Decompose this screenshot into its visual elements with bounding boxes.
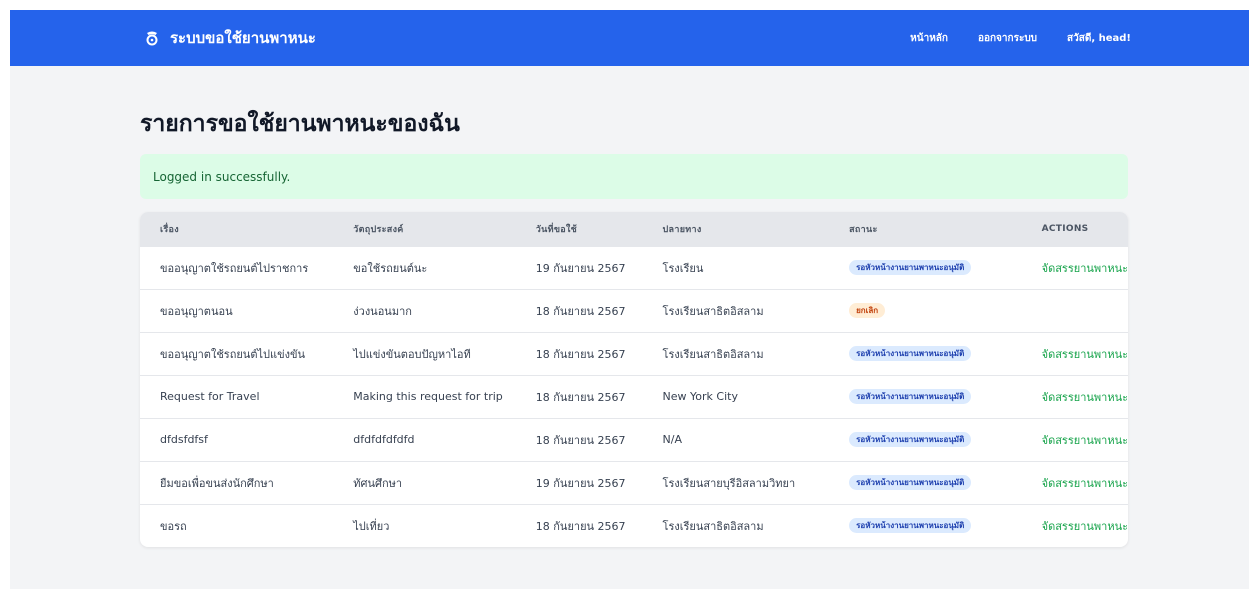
cell-status: รอหัวหน้างานยานพาหนะอนุมัติ: [829, 375, 1022, 418]
cell-subject: Request for Travel: [160, 390, 260, 403]
cell-purpose: ง่วงนอนมาก: [353, 304, 412, 318]
cell-destination: โรงเรียนสายบุรีอิสลามวิทยา: [662, 476, 796, 490]
cell-subject: ขออนุญาตนอน: [160, 304, 233, 318]
brand[interactable]: ระบบขอใช้ยานพาหนะ: [144, 26, 316, 50]
cell-actions: จัดสรรยานพาหนะ: [1022, 375, 1128, 418]
cell-subject: dfdsfdfsf: [160, 433, 208, 446]
status-badge: รอหัวหน้างานยานพาหนะอนุมัติ: [849, 518, 972, 534]
cell-actions: จัดสรรยานพาหนะ: [1022, 332, 1128, 375]
cell-status: รอหัวหน้างานยานพาหนะอนุมัติ: [829, 418, 1022, 461]
cell-date: 18 กันยายน 2567: [535, 519, 626, 533]
cell-purpose: ทัศนศึกษา: [353, 476, 403, 490]
status-badge: รอหัวหน้างานยานพาหนะอนุมัติ: [849, 475, 972, 490]
car-icon: [146, 31, 158, 46]
cell-actions: จัดสรรยานพาหนะ: [1022, 418, 1128, 461]
table-header-row: เรื่อง วัตถุประสงค์ วันที่ขอใช้ ปลายทาง …: [140, 212, 1128, 246]
cell-status: รอหัวหน้างานยานพาหนะอนุมัติ: [829, 246, 1022, 289]
table-row: ขออนุญาตนอน ง่วงนอนมาก 18 กันยายน 2567 โ…: [140, 289, 1128, 332]
cell-status: รอหัวหน้างานยานพาหนะอนุมัติ: [829, 332, 1022, 375]
cell-actions: จัดสรรยานพาหนะ: [1022, 246, 1128, 289]
cell-subject: ขออนุญาตใช้รถยนต์ไปแข่งขัน: [160, 347, 305, 361]
status-badge: รอหัวหน้างานยานพาหนะอนุมัติ: [849, 260, 972, 275]
page-title: รายการขอใช้ยานพาหนะของฉัน: [140, 111, 460, 137]
header-destination: ปลายทาง: [662, 224, 702, 235]
nav-home-link[interactable]: หน้าหลัก: [910, 31, 948, 46]
cell-actions: [1022, 289, 1128, 332]
header-actions: ACTIONS: [1041, 223, 1089, 234]
cell-destination: โรงเรียนสาธิตอิสลาม: [662, 304, 764, 318]
table-row: Request for Travel Making this request f…: [140, 375, 1128, 418]
main-content: รายการขอใช้ยานพาหนะของฉัน Logged in succ…: [140, 106, 1128, 547]
cell-destination: โรงเรียน: [662, 261, 704, 275]
header-subject: เรื่อง: [160, 224, 179, 235]
table-row: ขอรถ ไปเที่ยว 18 กันยายน 2567 โรงเรียนสา…: [140, 504, 1128, 547]
cell-destination: New York City: [662, 390, 738, 403]
cell-purpose: ขอใช้รถยนต์นะ: [353, 261, 428, 275]
status-badge: รอหัวหน้างานยานพาหนะอนุมัติ: [849, 432, 972, 447]
status-badge: รอหัวหน้างานยานพาหนะอนุมัติ: [849, 346, 972, 361]
cell-subject: ยืมขอเพื่อขนส่งนักศึกษา: [160, 476, 274, 490]
cell-actions: จัดสรรยานพาหนะ: [1022, 504, 1128, 547]
cell-status: รอหัวหน้างานยานพาหนะอนุมัติ: [829, 504, 1022, 547]
success-alert: Logged in successfully.: [140, 154, 1128, 199]
cell-subject: ขอรถ: [160, 519, 187, 533]
cell-status: ยกเลิก: [829, 289, 1022, 332]
header-purpose: วัตถุประสงค์: [353, 224, 404, 235]
cell-purpose: dfdfdfdfdfd: [353, 433, 415, 446]
cell-date: 18 กันยายน 2567: [535, 433, 626, 447]
allocate-vehicle-link[interactable]: จัดสรรยานพาหนะ: [1042, 391, 1128, 404]
allocate-vehicle-link[interactable]: จัดสรรยานพาหนะ: [1042, 434, 1128, 447]
table-row: ขออนุญาตใช้รถยนต์ไปแข่งขัน ไปแข่งขันตอบป…: [140, 332, 1128, 375]
table-row: dfdsfdfsf dfdfdfdfdfd 18 กันยายน 2567 N/…: [140, 418, 1128, 461]
status-badge: ยกเลิก: [849, 303, 886, 318]
header-date: วันที่ขอใช้: [535, 224, 578, 235]
app-frame: ระบบขอใช้ยานพาหนะ หน้าหลัก ออกจากระบบ สว…: [10, 10, 1249, 589]
cell-destination: N/A: [662, 433, 683, 446]
cell-purpose: Making this request for trip: [353, 390, 503, 403]
cell-destination: โรงเรียนสาธิตอิสลาม: [662, 347, 764, 361]
table-row: ขออนุญาตใช้รถยนต์ไปราชการ ขอใช้รถยนต์นะ …: [140, 246, 1128, 289]
cell-purpose: ไปแข่งขันตอบปัญหาไอที: [353, 347, 471, 361]
requests-table-card: เรื่อง วัตถุประสงค์ วันที่ขอใช้ ปลายทาง …: [140, 212, 1128, 547]
nav-greeting[interactable]: สวัสดี, head!: [1067, 31, 1131, 46]
allocate-vehicle-link[interactable]: จัดสรรยานพาหนะ: [1042, 477, 1128, 490]
cell-subject: ขออนุญาตใช้รถยนต์ไปราชการ: [160, 261, 309, 275]
cell-date: 18 กันยายน 2567: [535, 304, 626, 318]
allocate-vehicle-link[interactable]: จัดสรรยานพาหนะ: [1042, 262, 1128, 275]
alert-message: Logged in successfully.: [153, 169, 291, 184]
nav-links: หน้าหลัก ออกจากระบบ สวัสดี, head!: [910, 31, 1131, 46]
cell-actions: จัดสรรยานพาหนะ: [1022, 461, 1128, 504]
cell-status: รอหัวหน้างานยานพาหนะอนุมัติ: [829, 461, 1022, 504]
cell-destination: โรงเรียนสาธิตอิสลาม: [662, 519, 764, 533]
allocate-vehicle-link[interactable]: จัดสรรยานพาหนะ: [1042, 348, 1128, 361]
requests-table: เรื่อง วัตถุประสงค์ วันที่ขอใช้ ปลายทาง …: [140, 212, 1128, 547]
status-badge: รอหัวหน้างานยานพาหนะอนุมัติ: [849, 389, 972, 404]
cell-date: 19 กันยายน 2567: [535, 261, 626, 275]
allocate-vehicle-link[interactable]: จัดสรรยานพาหนะ: [1042, 520, 1128, 533]
header-status: สถานะ: [849, 224, 878, 235]
cell-date: 19 กันยายน 2567: [535, 476, 626, 490]
navbar: ระบบขอใช้ยานพาหนะ หน้าหลัก ออกจากระบบ สว…: [10, 10, 1249, 66]
cell-purpose: ไปเที่ยว: [353, 519, 390, 533]
cell-date: 18 กันยายน 2567: [535, 390, 626, 404]
nav-logout-link[interactable]: ออกจากระบบ: [978, 31, 1037, 46]
table-row: ยืมขอเพื่อขนส่งนักศึกษา ทัศนศึกษา 19 กัน…: [140, 461, 1128, 504]
cell-date: 18 กันยายน 2567: [535, 347, 626, 361]
brand-title: ระบบขอใช้ยานพาหนะ: [170, 29, 316, 47]
